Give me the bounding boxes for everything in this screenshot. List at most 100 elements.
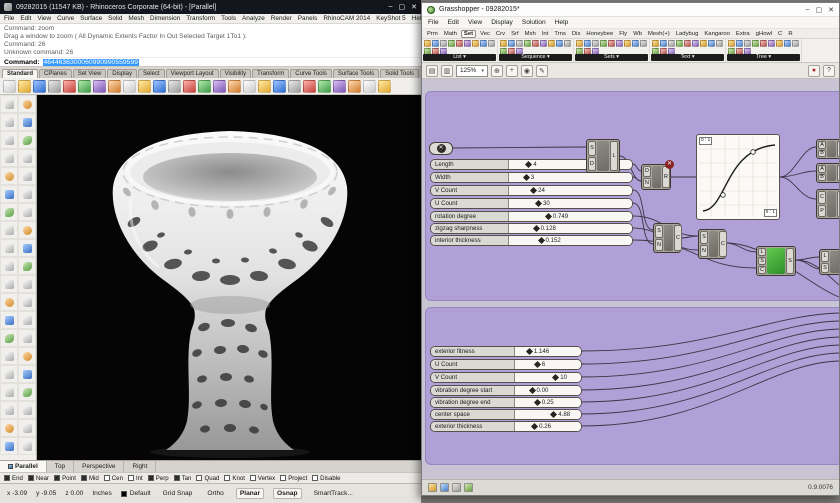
menu-file[interactable]: File — [4, 15, 14, 22]
component-icon[interactable] — [432, 40, 439, 47]
toolbar-tab-curve-tools[interactable]: Curve Tools — [290, 69, 332, 78]
input-port[interactable]: L — [758, 248, 766, 256]
checkbox[interactable] — [4, 475, 10, 481]
gh-component-snc-2[interactable]: SN C — [698, 229, 726, 259]
toolbar-icon[interactable] — [258, 80, 271, 93]
minimize-icon[interactable]: – — [806, 6, 810, 14]
gh-component-list-item[interactable]: LSC S — [756, 246, 796, 276]
output-port[interactable]: R — [662, 166, 670, 188]
osnap-near[interactable]: Near — [28, 475, 49, 482]
sidebar-icon[interactable] — [18, 95, 36, 113]
sketch-pen-icon[interactable]: ✎ — [536, 65, 548, 77]
slider-grip[interactable] — [531, 423, 538, 430]
command-input-line[interactable]: Command: 4644636300060990990559599 — [0, 57, 421, 67]
maximize-icon[interactable]: ▢ — [816, 6, 823, 14]
toggle-smarttrack[interactable]: SmartTrack... — [311, 489, 356, 498]
toolbar-tab-cplanes[interactable]: CPlanes — [39, 69, 72, 78]
menu-solid[interactable]: Solid — [108, 15, 122, 22]
sidebar-icon[interactable] — [0, 365, 18, 383]
status-mini-icon[interactable] — [452, 483, 461, 492]
slider-vibration-degree-start[interactable]: vibration degree start0.00 — [430, 385, 582, 396]
slider-track[interactable]: 0.128 — [509, 224, 632, 233]
zoom-extents-icon[interactable]: ⊕ — [491, 65, 503, 77]
input-port[interactable]: S — [700, 231, 708, 244]
zoom-dropdown[interactable]: 125% — [456, 65, 488, 77]
sidebar-icon[interactable] — [0, 257, 18, 275]
component-icon[interactable] — [464, 40, 471, 47]
palette-group-label[interactable]: Tree — [727, 54, 800, 61]
output-port[interactable]: R — [837, 165, 839, 181]
checkbox[interactable] — [312, 475, 318, 481]
slider-grip[interactable] — [534, 361, 541, 368]
osnap-perp[interactable]: Perp — [148, 475, 169, 482]
input-port[interactable]: C — [758, 266, 766, 274]
slider-track[interactable]: 6 — [515, 360, 581, 369]
slider-track[interactable]: 4.88 — [515, 410, 581, 419]
osnap-point[interactable]: Point — [54, 475, 76, 482]
component-icon[interactable] — [744, 40, 751, 47]
component-icon[interactable] — [676, 40, 683, 47]
input-port[interactable]: S — [655, 225, 663, 238]
toolbar-tab-transform[interactable]: Transform — [252, 69, 289, 78]
component-icon[interactable] — [728, 40, 735, 47]
toolbar-icon[interactable] — [288, 80, 301, 93]
component-icon[interactable] — [784, 40, 791, 47]
toolbar-icon[interactable] — [153, 80, 166, 93]
input-port[interactable]: S — [588, 141, 596, 156]
slider-grip[interactable] — [526, 348, 533, 355]
component-icon[interactable] — [548, 40, 555, 47]
component-icon[interactable] — [708, 40, 715, 47]
component-icon[interactable] — [564, 40, 571, 47]
menu-panels[interactable]: Panels — [298, 15, 318, 22]
slider-u-count[interactable]: U Count30 — [430, 198, 633, 209]
input-port[interactable]: B — [818, 150, 826, 158]
component-icon[interactable] — [776, 40, 783, 47]
toolbar-icon[interactable] — [33, 80, 46, 93]
input-port[interactable]: D — [588, 157, 596, 172]
slider-grip[interactable] — [537, 237, 544, 244]
toolbar-icon[interactable] — [213, 80, 226, 93]
toolbar-icon[interactable] — [243, 80, 256, 93]
output-port[interactable]: R — [837, 141, 839, 157]
component-icon[interactable] — [752, 40, 759, 47]
component-icon[interactable] — [692, 40, 699, 47]
checkbox[interactable] — [224, 475, 230, 481]
sidebar-icon[interactable] — [18, 437, 36, 455]
sidebar-icon[interactable] — [18, 239, 36, 257]
sidebar-icon[interactable] — [0, 221, 18, 239]
toolbar-icon[interactable] — [123, 80, 136, 93]
gh-tab-srf[interactable]: Srf — [509, 31, 521, 37]
menu-analyze[interactable]: Analyze — [242, 15, 265, 22]
input-port[interactable]: N — [655, 239, 663, 252]
close-icon[interactable]: ✕ — [828, 6, 834, 14]
sidebar-icon[interactable] — [18, 311, 36, 329]
toolbar-icon[interactable] — [378, 80, 391, 93]
sidebar-icon[interactable] — [18, 203, 36, 221]
osnap-int[interactable]: Int — [128, 475, 143, 482]
menu-mesh[interactable]: Mesh — [128, 15, 144, 22]
input-port[interactable]: A — [818, 165, 826, 173]
gh-tab-int[interactable]: Int — [540, 31, 551, 37]
checkbox[interactable] — [250, 475, 256, 481]
toolbar-icon[interactable] — [138, 80, 151, 93]
input-port[interactable]: C — [818, 191, 826, 204]
gh-tab-crv[interactable]: Crv — [494, 31, 507, 37]
toolbar-icon[interactable] — [273, 80, 286, 93]
toolbar-icon[interactable] — [198, 80, 211, 93]
preview-eye-icon[interactable]: ◉ — [521, 65, 533, 77]
slider-interior-thickness[interactable]: interior thickness0.152 — [430, 235, 633, 246]
menu-rhinocam[interactable]: RhinoCAM 2014 — [323, 15, 370, 22]
toolbar-tab-standard[interactable]: Standard — [2, 69, 38, 78]
slider-exterior-fitness[interactable]: exterior fitness1.146 — [430, 346, 582, 357]
component-icon[interactable] — [792, 40, 799, 47]
component-icon[interactable] — [516, 40, 523, 47]
component-icon[interactable] — [440, 40, 447, 47]
menu-dimension[interactable]: Dimension — [150, 15, 180, 22]
component-icon[interactable] — [760, 40, 767, 47]
sidebar-icon[interactable] — [0, 419, 18, 437]
component-icon[interactable] — [716, 40, 723, 47]
sidebar-icon[interactable] — [18, 221, 36, 239]
slider-track[interactable]: 24 — [509, 186, 632, 195]
component-icon[interactable] — [448, 40, 455, 47]
slider-u-count-2[interactable]: U Count6 — [430, 359, 582, 370]
